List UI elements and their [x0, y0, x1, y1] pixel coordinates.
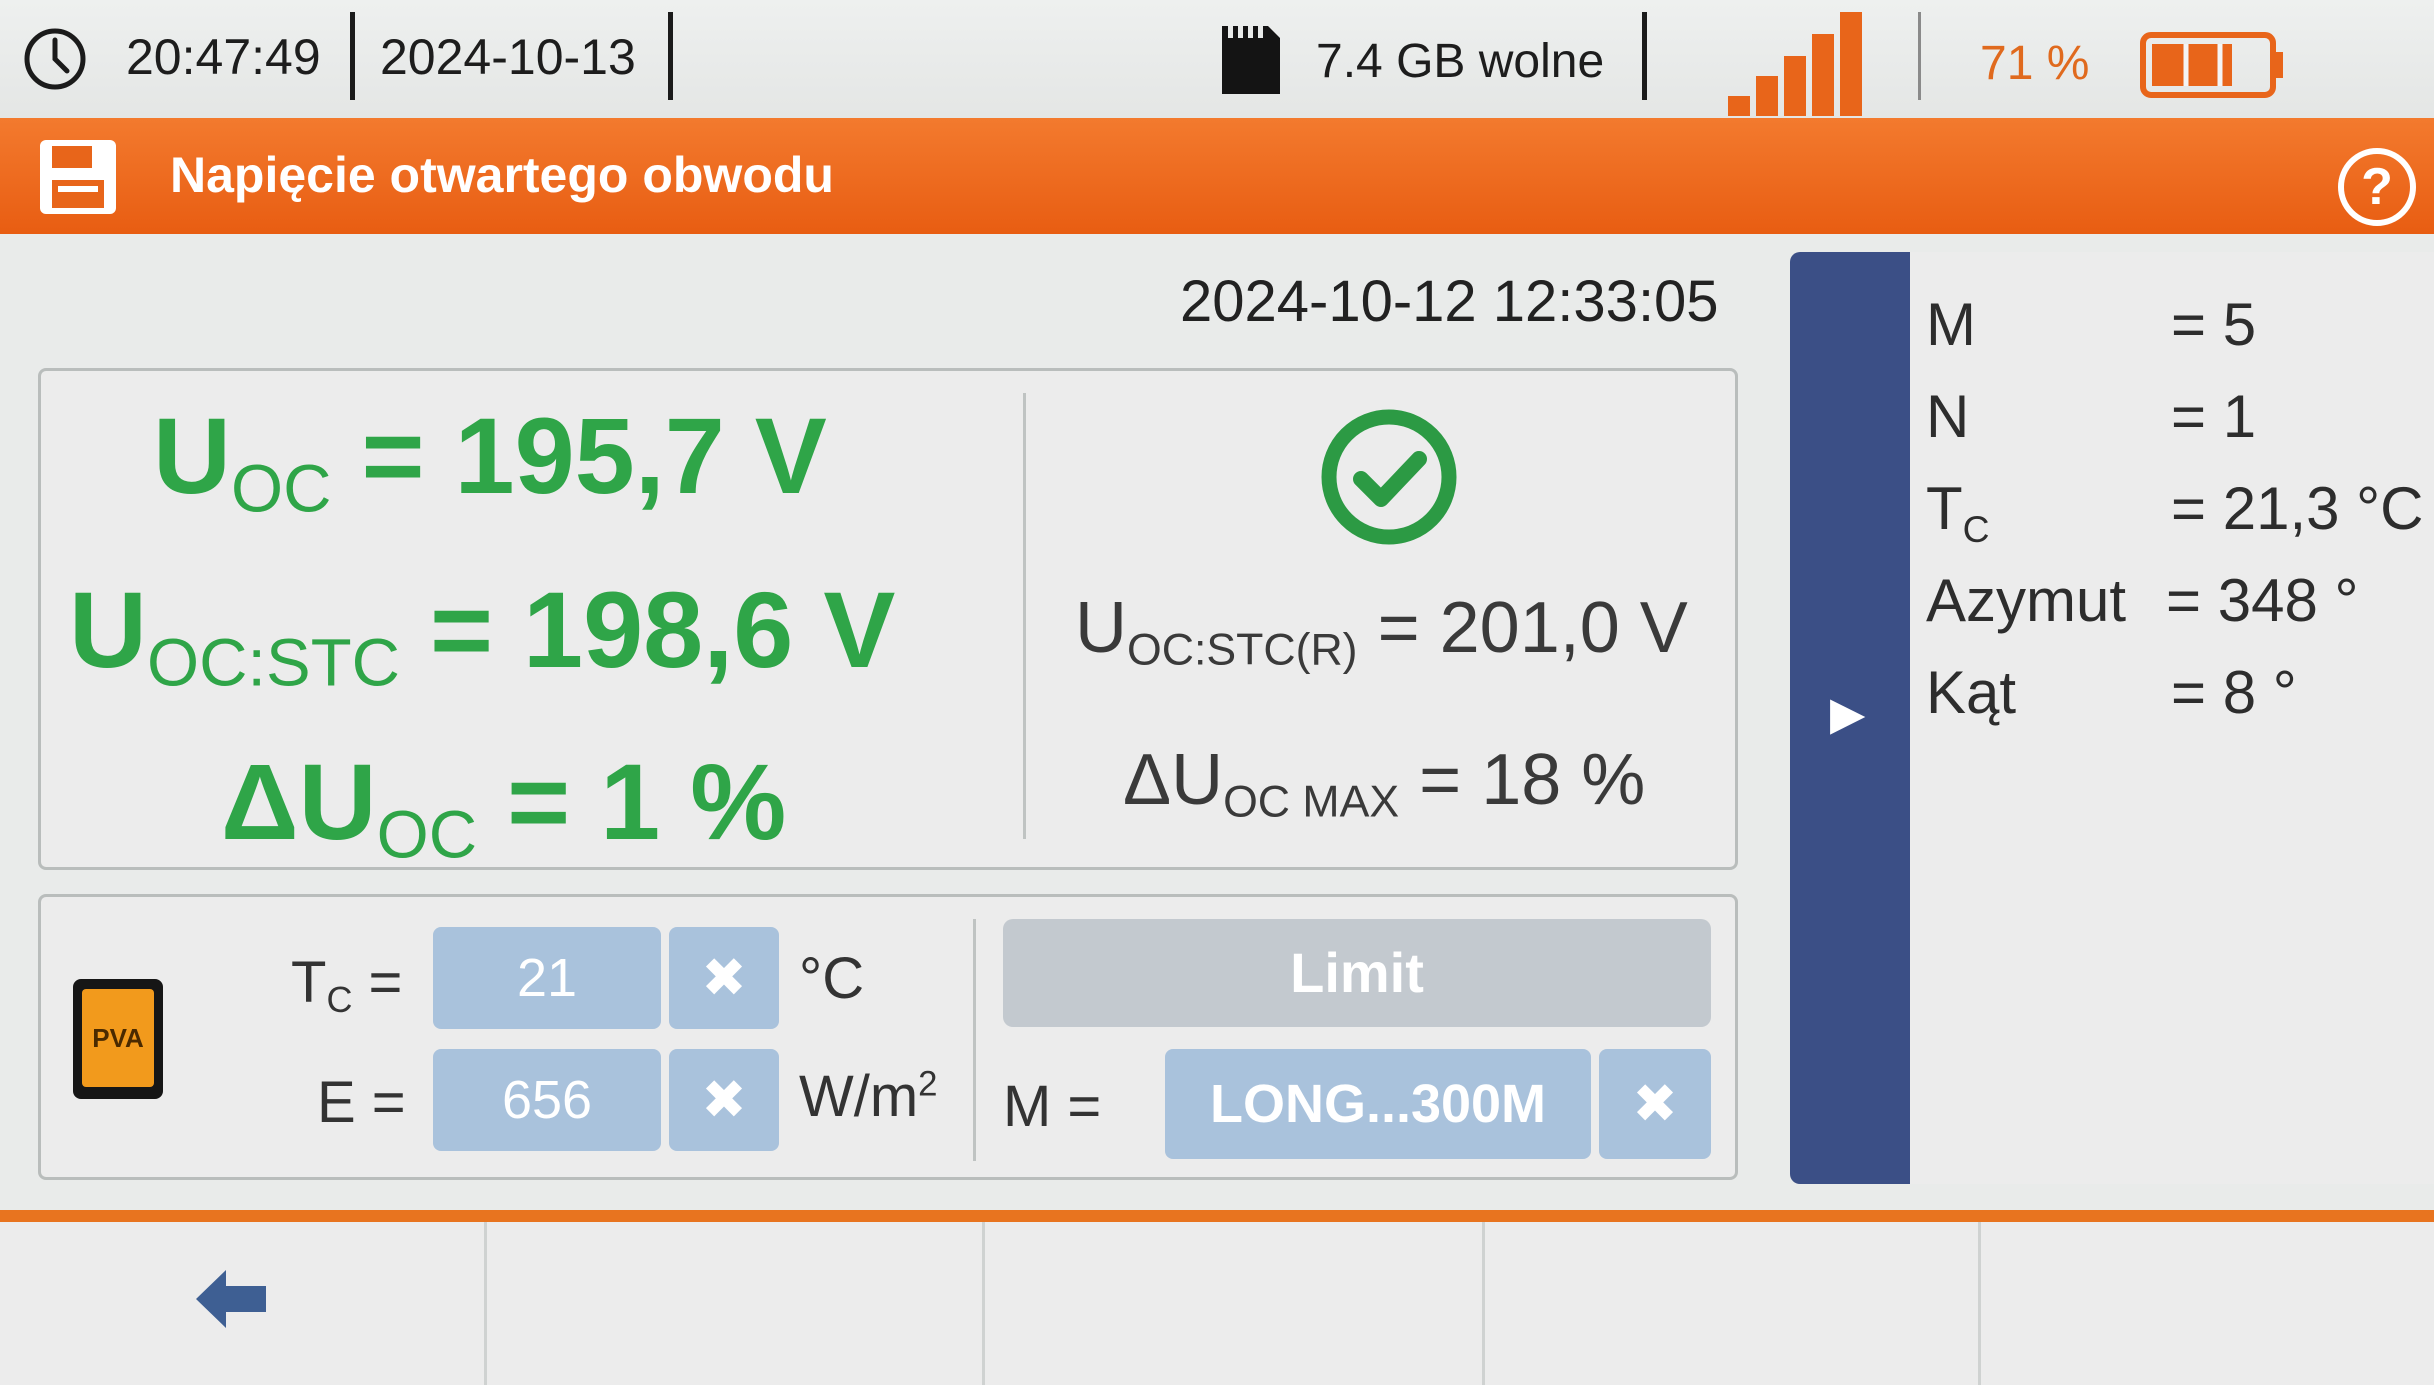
settings-divider: [973, 919, 976, 1161]
toolbar-accent-line: [0, 1210, 2434, 1222]
toolbar-divider: [1978, 1222, 1981, 1385]
e-input[interactable]: 656: [433, 1049, 661, 1151]
duoc-max-limit: ΔUOC MAX = 18 %: [1123, 740, 1646, 827]
module-badge: PVA: [82, 989, 154, 1087]
m-label: M =: [1003, 1074, 1102, 1139]
toolbar-slot-3[interactable]: [986, 1222, 1480, 1385]
help-button[interactable]: ?: [2338, 148, 2416, 226]
clear-icon: ✖: [701, 948, 747, 1008]
storage-free: 7.4 GB wolne: [1316, 35, 1605, 88]
e-unit: W/m2: [799, 1064, 938, 1129]
uocstc-result: UOC:STC = 198,6 V: [69, 569, 896, 701]
battery-percent: 71 %: [1980, 37, 2090, 90]
uocstc-reference: UOC:STC(R) = 201,0 V: [1075, 588, 1688, 675]
screen-title: Napięcie otwartego obwodu: [170, 147, 834, 203]
limit-button[interactable]: Limit: [1003, 919, 1711, 1027]
toolbar-slot-2[interactable]: [488, 1222, 980, 1385]
tc-input[interactable]: 21: [433, 927, 661, 1029]
status-bar: 20:47:49 2024-10-13 7.4 GB wolne 71 %: [0, 0, 2434, 118]
status-divider: [1918, 12, 1921, 100]
side-panel-toggle[interactable]: ▶: [1790, 252, 1910, 1184]
help-icon: ?: [2361, 158, 2393, 216]
m-input[interactable]: LONG...300M: [1165, 1049, 1591, 1159]
uoc-result: UOC = 195,7 V: [153, 395, 827, 527]
parameters-list: M = 5 N = 1 TC = 21,3 °C Azymut = 348 ° …: [1910, 252, 2434, 1184]
toolbar-slot-4[interactable]: [1486, 1222, 1976, 1385]
expand-icon: ▶: [1830, 687, 1866, 739]
battery-icon: [2140, 32, 2283, 98]
title-bar: Napięcie otwartego obwodu ?: [0, 118, 2434, 234]
toolbar-slot-5[interactable]: [1982, 1222, 2434, 1385]
m-clear-button[interactable]: ✖: [1599, 1049, 1711, 1159]
check-circle-icon: [1321, 409, 1457, 545]
clear-icon: ✖: [1632, 1074, 1678, 1134]
results-panel: UOC = 195,7 V UOC:STC = 198,6 V ΔUOC = 1…: [38, 368, 1738, 873]
toolbar-divider: [1482, 1222, 1485, 1385]
back-arrow-icon: [196, 1270, 266, 1328]
status-date: 2024-10-13: [380, 29, 636, 85]
tc-clear-button[interactable]: ✖: [669, 927, 779, 1029]
toolbar-divider: [484, 1222, 487, 1385]
toolbar-divider: [982, 1222, 985, 1385]
status-divider: [668, 12, 673, 100]
tc-label: TC =: [291, 950, 403, 1021]
clock-icon: [24, 28, 86, 90]
settings-panel: PVA TC = 21 ✖ °C E = 656 ✖ W/m2 Limit M …: [38, 894, 1738, 1180]
status-divider: [350, 12, 355, 100]
results-divider: [1023, 393, 1026, 839]
status-time: 20:47:49: [126, 29, 321, 85]
save-icon[interactable]: [36, 136, 120, 218]
clear-icon: ✖: [701, 1070, 747, 1130]
signal-icon: [1728, 12, 1862, 116]
sd-card-icon: [1222, 26, 1280, 94]
duoc-result: ΔUOC = 1 %: [221, 741, 787, 873]
back-button[interactable]: [150, 1240, 330, 1360]
status-divider: [1642, 12, 1647, 100]
module-type-button[interactable]: PVA: [73, 979, 163, 1099]
e-label: E =: [317, 1070, 406, 1135]
tc-unit: °C: [799, 946, 865, 1011]
e-clear-button[interactable]: ✖: [669, 1049, 779, 1151]
measurement-timestamp: 2024-10-12 12:33:05: [1180, 269, 1719, 334]
